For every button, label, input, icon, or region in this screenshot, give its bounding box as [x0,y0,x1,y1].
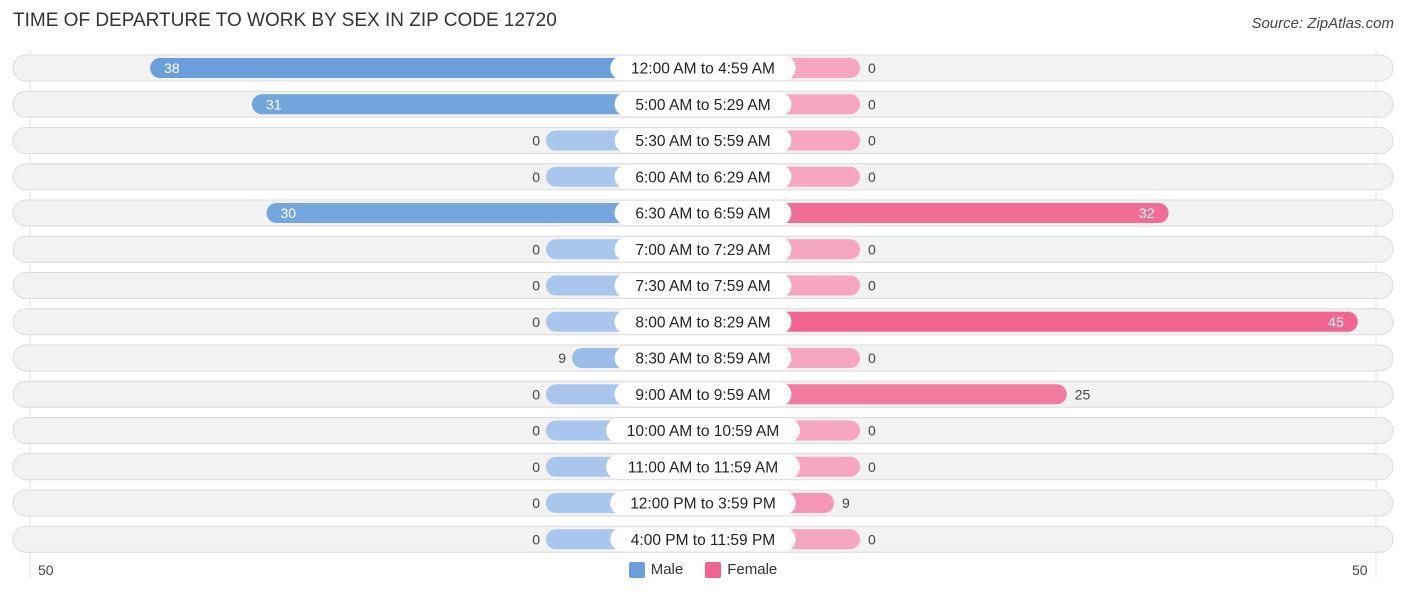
value-label-male: 31 [266,96,282,112]
value-label-female: 0 [868,133,876,149]
legend-item-female[interactable]: Female [705,561,777,578]
category-label: 6:30 AM to 6:59 AM [635,206,770,223]
category-label: 11:00 AM to 11:59 AM [628,459,778,476]
value-label-male: 0 [532,495,540,511]
value-label-female: 0 [868,423,876,439]
legend-swatch-male [628,561,645,578]
value-label-male: 0 [532,459,540,475]
value-label-male: 38 [164,60,180,76]
value-label-male: 0 [532,423,540,439]
value-label-female: 0 [868,169,876,185]
legend-swatch-female [705,561,722,578]
category-label: 6:00 AM to 6:29 AM [635,169,770,186]
bar-female [703,311,1358,332]
value-label-female: 0 [868,241,876,257]
category-label: 10:00 AM to 10:59 AM [627,423,780,440]
value-label-female: 0 [868,278,876,294]
category-label: 4:00 PM to 11:59 PM [631,532,775,549]
category-label: 7:00 AM to 7:29 AM [635,242,770,259]
category-label: 9:00 AM to 9:59 AM [635,387,770,404]
value-label-male: 30 [281,205,297,221]
value-label-female: 9 [842,495,850,511]
value-label-female: 45 [1328,314,1344,330]
legend-item-male[interactable]: Male [628,561,684,578]
legend: Male Female [0,561,1406,578]
value-label-female: 0 [868,531,876,547]
value-label-male: 0 [532,386,540,402]
value-label-male: 0 [532,531,540,547]
category-label: 5:30 AM to 5:59 AM [635,133,770,150]
category-label: 12:00 PM to 3:59 PM [630,496,776,513]
value-label-female: 25 [1075,386,1091,402]
value-label-male: 0 [532,314,540,330]
value-label-male: 0 [532,241,540,257]
value-label-male: 0 [532,278,540,294]
category-label: 8:00 AM to 8:29 AM [635,314,770,331]
value-label-female: 32 [1139,205,1155,221]
legend-label-female: Female [727,561,778,578]
value-label-female: 0 [868,60,876,76]
category-label: 12:00 AM to 4:59 AM [631,61,775,78]
category-label: 8:30 AM to 8:59 AM [635,351,770,368]
category-label: 7:30 AM to 7:59 AM [635,278,770,295]
chart-canvas: 12:00 AM to 4:59 AM 38 0 5:00 AM to 5:29 AM… [12,50,1394,578]
value-label-female: 0 [868,350,876,366]
value-label-female: 0 [868,459,876,475]
value-label-male: 0 [532,169,540,185]
value-label-male: 0 [532,133,540,149]
legend-label-male: Male [650,561,684,578]
category-label: 5:00 AM to 5:29 AM [635,97,770,114]
value-label-male: 9 [558,350,566,366]
value-label-female: 0 [868,96,876,112]
